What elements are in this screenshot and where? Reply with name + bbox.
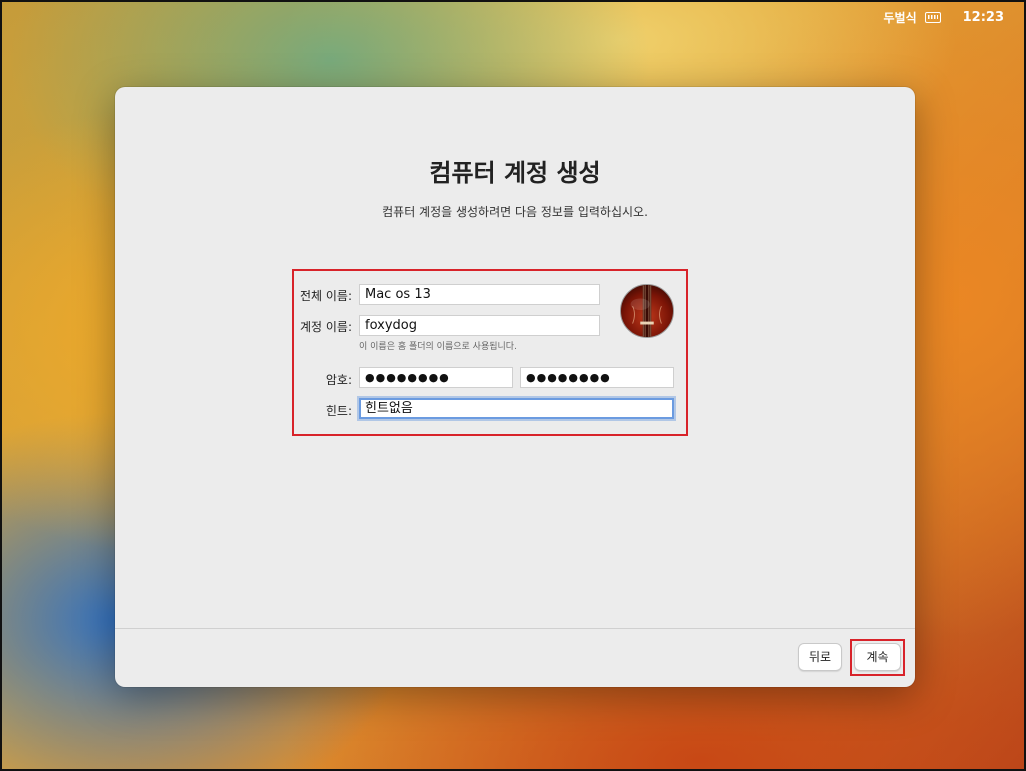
footer-divider xyxy=(115,628,915,629)
account-name-label: 계정 이름: xyxy=(299,320,352,334)
page-subtitle: 컴퓨터 계정을 생성하려면 다음 정보를 입력하십시오. xyxy=(382,205,648,219)
password-label: 암호: xyxy=(325,373,352,387)
hint-field[interactable]: 힌트없음 xyxy=(359,398,674,419)
clock[interactable]: 12:23 xyxy=(963,10,1004,25)
violin-icon xyxy=(630,285,662,337)
password-field[interactable]: ●●●●●●●● xyxy=(359,367,513,388)
account-name-field[interactable]: foxydog xyxy=(359,315,600,336)
full-name-label: 전체 이름: xyxy=(299,289,352,303)
password-verify-field[interactable]: ●●●●●●●● xyxy=(520,367,674,388)
back-button[interactable]: 뒤로 xyxy=(798,643,842,671)
page-title: 컴퓨터 계정 생성 xyxy=(429,159,601,187)
create-account-dialog: 컴퓨터 계정 생성 컴퓨터 계정을 생성하려면 다음 정보를 입력하십시오. 전… xyxy=(115,87,915,687)
full-name-field[interactable]: Mac os 13 xyxy=(359,284,600,305)
hint-label: 힌트: xyxy=(325,404,352,418)
keyboard-icon[interactable] xyxy=(924,11,941,23)
menu-bar: 두벌식 12:23 xyxy=(883,6,1004,28)
account-name-note: 이 이름은 홈 폴더의 이름으로 사용됩니다. xyxy=(359,342,517,352)
user-avatar[interactable] xyxy=(620,284,674,338)
input-source-label[interactable]: 두벌식 xyxy=(883,9,916,26)
continue-button[interactable]: 계속 xyxy=(854,643,901,671)
